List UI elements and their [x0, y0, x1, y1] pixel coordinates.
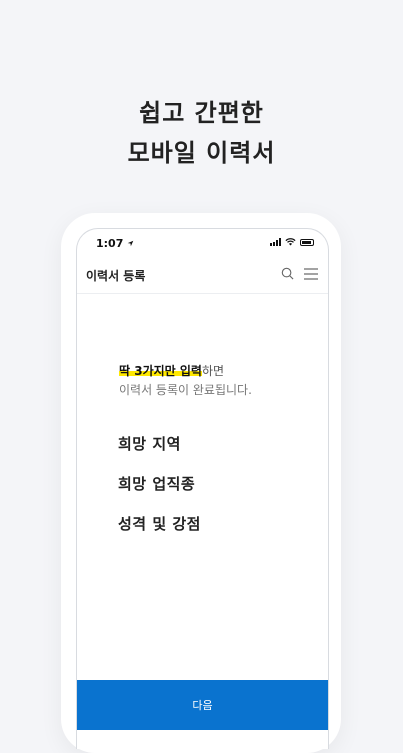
- item-desired-job: 희망 업직종: [118, 475, 196, 493]
- next-button[interactable]: 다음: [77, 680, 328, 730]
- intro-line2: 이력서 등록이 완료됩니다.: [119, 383, 252, 397]
- menu-icon[interactable]: [304, 267, 318, 280]
- status-bar: 1:07: [77, 229, 328, 257]
- item-desired-region: 희망 지역: [118, 435, 181, 453]
- status-time: 1:07: [96, 237, 134, 250]
- wifi-icon: [285, 238, 296, 246]
- item-personality-strengths: 성격 및 강점: [118, 515, 201, 533]
- status-indicators: [270, 238, 314, 246]
- app-actions: [281, 267, 318, 280]
- intro-highlight: 딱 3가지만 입력: [119, 364, 202, 378]
- location-arrow-icon: [127, 240, 134, 247]
- intro-suffix: 하면: [201, 364, 225, 378]
- phone-screen: 1:07 이력서 등록 딱 3가지만 입력하면 이력서 등록이 완료됩니다. 희…: [76, 228, 329, 749]
- signal-icon: [270, 238, 281, 246]
- search-icon[interactable]: [281, 267, 294, 280]
- intro-line1: 딱 3가지만 입력하면: [119, 362, 252, 381]
- app-bar: 이력서 등록: [77, 257, 328, 294]
- promo-headline-line1: 쉽고 간편한: [139, 99, 264, 127]
- promo-headline-line2: 모바일 이력서: [127, 139, 276, 167]
- battery-icon: [300, 238, 314, 246]
- app-title: 이력서 등록: [86, 269, 146, 283]
- promo-headline: 쉽고 간편한 모바일 이력서: [0, 93, 403, 173]
- intro-text: 딱 3가지만 입력하면 이력서 등록이 완료됩니다.: [119, 362, 252, 400]
